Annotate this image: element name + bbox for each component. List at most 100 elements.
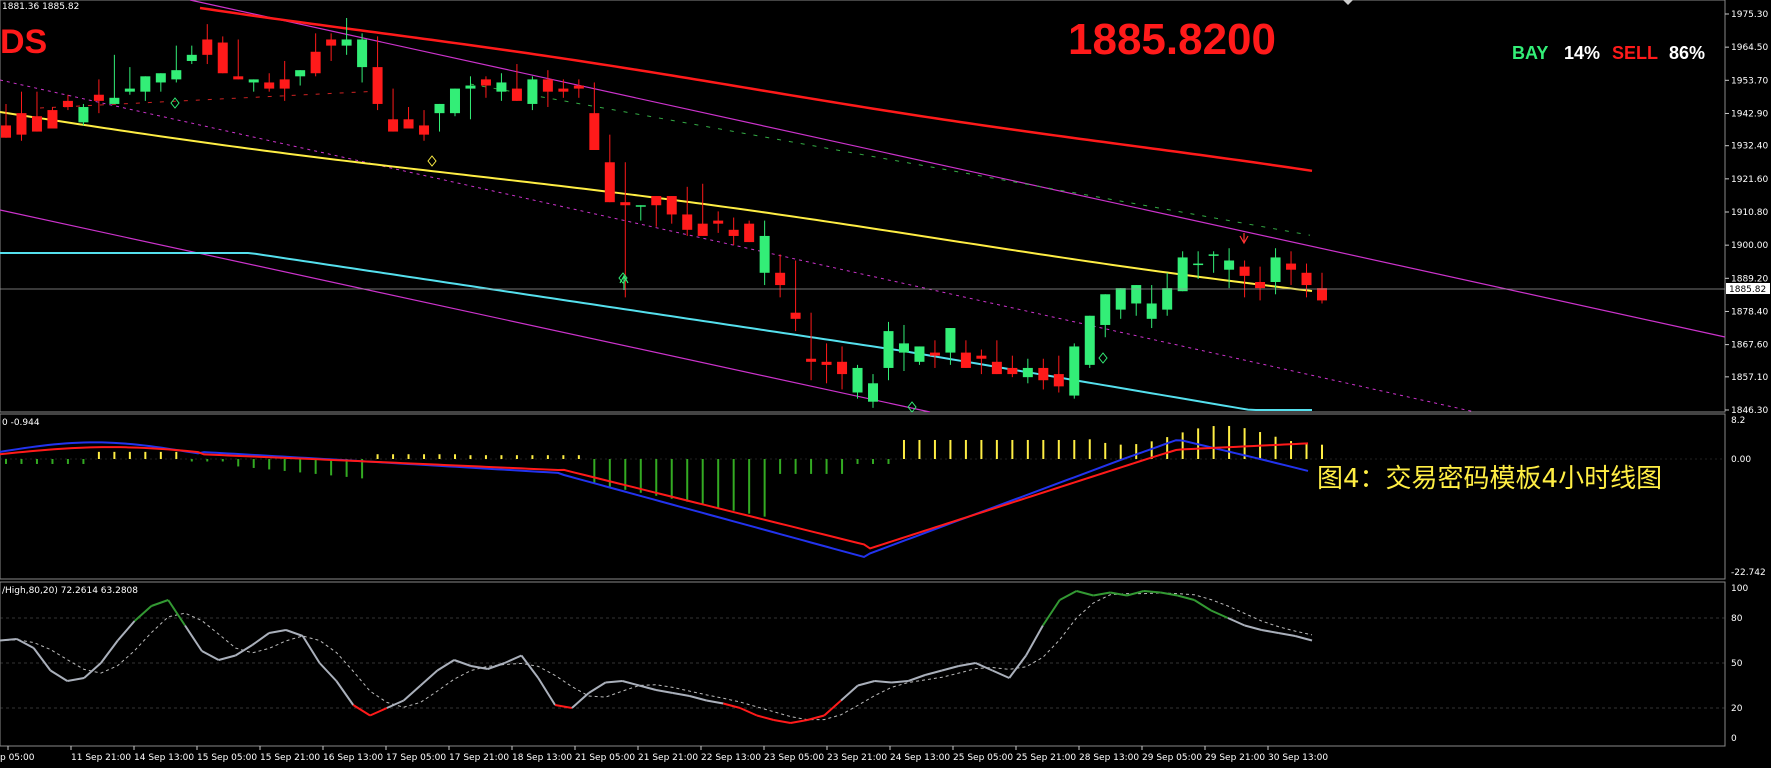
price-axis-label: 1942.90 xyxy=(1731,109,1768,119)
candle-body xyxy=(93,94,104,101)
candle-body xyxy=(279,79,290,89)
candle-body xyxy=(635,205,646,207)
candle-body xyxy=(16,113,27,135)
price-axis-label: 1878.40 xyxy=(1731,307,1768,317)
time-axis-label: 18 Sep 13:00 xyxy=(512,753,572,763)
candle-body xyxy=(666,196,677,215)
time-axis-label: 29 Sep 05:00 xyxy=(1142,753,1202,763)
current-price-tag: 1885.82 xyxy=(1729,285,1766,295)
candle-body xyxy=(542,79,553,92)
time-axis-label: 17 Sep 05:00 xyxy=(386,753,446,763)
candle-body xyxy=(1270,257,1281,282)
sell-percent: 86% xyxy=(1669,43,1705,63)
big-price-display: 1885.8200 xyxy=(1068,15,1276,64)
time-axis-label: 25 Sep 21:00 xyxy=(1016,753,1076,763)
candle-body xyxy=(310,51,321,74)
candle-body xyxy=(109,97,120,104)
time-axis-label: 23 Sep 05:00 xyxy=(764,753,824,763)
trading-chart: 8.2 0.00 -22.742 100 80 50 20 0 1975.30 1964.50… xyxy=(0,0,1770,763)
candle-body xyxy=(1301,272,1312,286)
price-axis-label: 1953.70 xyxy=(1731,76,1768,86)
candle-body xyxy=(744,223,755,243)
candle-body xyxy=(496,82,507,92)
candle-body xyxy=(1239,266,1250,276)
candle-body xyxy=(140,76,151,92)
candle-body xyxy=(775,272,786,286)
sell-label: SELL xyxy=(1612,43,1658,63)
candle-body xyxy=(326,39,337,46)
chart-header-info: 1881.36 1885.82 xyxy=(2,2,79,12)
candle-body xyxy=(1286,263,1297,270)
candle-body xyxy=(589,113,600,150)
candle-body xyxy=(960,352,971,368)
time-axis-label: 22 Sep 13:00 xyxy=(701,753,761,763)
price-axis-label: 1857.10 xyxy=(1731,373,1768,383)
price-axis-label: 1910.80 xyxy=(1731,208,1768,218)
candle-body xyxy=(264,82,275,89)
time-axis-label: 23 Sep 21:00 xyxy=(827,753,887,763)
candle-body xyxy=(868,383,879,402)
candle-body xyxy=(945,328,956,353)
candle-body xyxy=(1146,303,1157,319)
candle-body xyxy=(728,229,739,236)
bay-label: BAY xyxy=(1512,43,1548,63)
candle-body xyxy=(171,70,182,80)
time-axis-label: 17 Sep 21:00 xyxy=(449,753,509,763)
candle-body xyxy=(604,162,615,203)
stochastic-panel xyxy=(0,581,1726,747)
time-axis-label: 14 Sep 13:00 xyxy=(134,753,194,763)
candle-body xyxy=(449,88,460,114)
candle-body xyxy=(790,312,801,319)
macd-axis-label: -22.742 xyxy=(1731,568,1766,578)
price-axis-label: 1889.20 xyxy=(1731,274,1768,284)
macd-axis-label: 8.2 xyxy=(1731,416,1745,426)
candle-body xyxy=(1131,285,1142,304)
chart-caption: 图4：交易密码模板4小时线图 xyxy=(1317,464,1662,494)
time-axis-label: 15 Sep 05:00 xyxy=(197,753,257,763)
candle-body xyxy=(898,343,909,353)
candle-body xyxy=(202,39,213,55)
price-axis-label: 1975.30 xyxy=(1731,10,1768,20)
candle-body xyxy=(31,116,42,132)
candle-body xyxy=(837,361,848,375)
candle-body xyxy=(480,79,491,86)
candle-body xyxy=(434,103,445,114)
candle-body xyxy=(914,346,925,362)
price-axis-label: 1846.30 xyxy=(1731,406,1768,416)
candle-body xyxy=(976,355,987,359)
candle-body xyxy=(419,125,430,135)
price-axis-label: 1900.00 xyxy=(1731,241,1768,251)
candle-body xyxy=(806,358,817,362)
candle-body xyxy=(248,79,259,83)
candle-body xyxy=(929,352,940,356)
time-axis-label: 21 Sep 05:00 xyxy=(575,753,635,763)
candle-body xyxy=(1317,288,1327,301)
candle-body xyxy=(295,70,306,77)
time-axis-label: 16 Sep 13:00 xyxy=(323,753,383,763)
candle-body xyxy=(1084,315,1095,365)
candle-body xyxy=(852,367,863,393)
time-axis-label: 11 Sep 21:00 xyxy=(71,753,131,763)
candle-body xyxy=(62,100,73,108)
time-axis-label: 21 Sep 21:00 xyxy=(638,753,698,763)
candle-body xyxy=(713,220,724,224)
candle-body xyxy=(1022,367,1033,378)
candle-body xyxy=(821,361,832,365)
candle-body xyxy=(1,125,11,138)
stochastic-label: /High,80,20) 72.2614 63.2808 xyxy=(2,586,138,596)
candle-body xyxy=(1115,288,1126,310)
candle-body xyxy=(573,85,584,89)
candle-body xyxy=(233,76,244,80)
time-axis-label: 29 Sep 21:00 xyxy=(1205,753,1265,763)
candle-body xyxy=(1100,294,1111,325)
candle-body xyxy=(558,88,569,92)
candle-body xyxy=(124,88,135,92)
candle-body xyxy=(697,223,708,236)
candle-body xyxy=(1208,254,1219,256)
main-price-panel xyxy=(0,0,1726,413)
candle-body xyxy=(47,110,58,129)
candle-body xyxy=(1162,288,1173,310)
price-axis-label: 1921.60 xyxy=(1731,175,1768,185)
candle-body xyxy=(155,73,166,83)
candle-body xyxy=(372,67,383,104)
